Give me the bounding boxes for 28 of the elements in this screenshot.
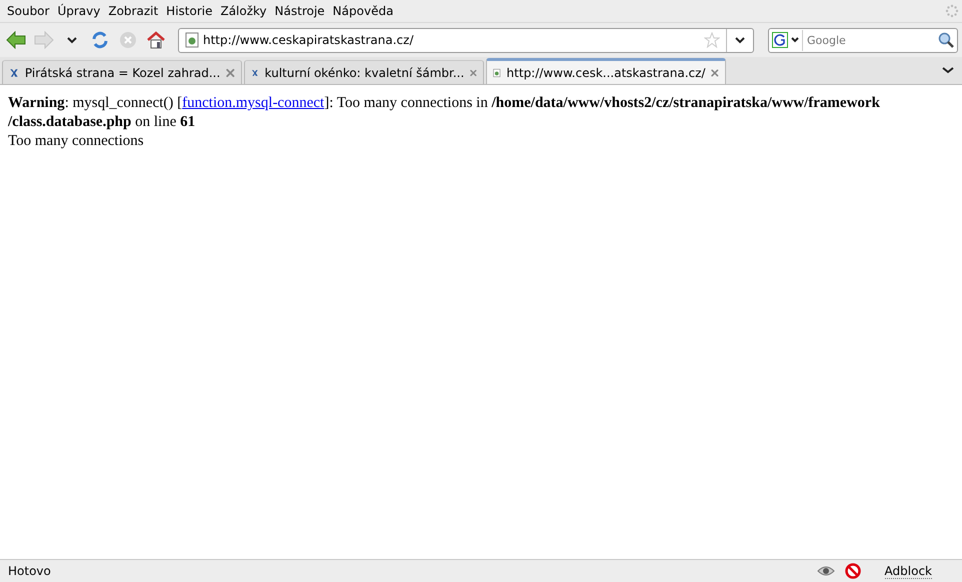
menu-item[interactable]: Soubor <box>7 4 56 18</box>
menu-item[interactable]: Nápověda <box>332 4 400 18</box>
throbber-icon <box>945 4 959 18</box>
search-icon[interactable] <box>938 32 954 48</box>
error-message: Too many connections <box>8 132 145 151</box>
tab-list-icon[interactable] <box>942 66 954 74</box>
page-icon <box>185 32 199 48</box>
browser-tab[interactable]: http://www.cesk...atskastrana.cz/ <box>486 58 726 84</box>
adblock-button[interactable]: Adblock <box>884 564 932 578</box>
address-bar[interactable]: http://www.ceskapiratskastrana.cz/ <box>178 28 754 52</box>
caret-icon <box>67 36 77 44</box>
search-bar[interactable]: Google <box>768 28 958 52</box>
warning-message: Warning: mysql_connect() [function.mysql-connect]: Too many connections in /home/data/www/vhosts2/cz/stranapiratska/www/framework /class.database.php on line 61 <box>8 94 881 132</box>
star-icon[interactable] <box>704 32 720 48</box>
menu-item[interactable]: Zobrazit <box>108 4 166 18</box>
menu-item[interactable]: Úpravy <box>57 4 108 18</box>
menu-item[interactable]: Záložky <box>220 4 274 18</box>
status-text: Hotovo <box>8 564 51 578</box>
eye-icon[interactable] <box>816 565 835 577</box>
function-link[interactable]: function.mysql-connect <box>182 95 324 111</box>
caret-icon <box>735 36 745 44</box>
back-button[interactable] <box>4 28 28 52</box>
menu-item[interactable]: Nástroje <box>274 4 332 18</box>
blocked-icon[interactable] <box>844 563 861 579</box>
browser-tab[interactable]: kulturní okénko: kvaletní šámbr... <box>244 60 484 84</box>
url-input[interactable]: http://www.ceskapiratskastrana.cz/ <box>199 33 704 47</box>
browser-tab[interactable]: Pirátská strana = Kozel zahrad... <box>2 60 242 84</box>
menu-item[interactable]: Historie <box>166 4 220 18</box>
